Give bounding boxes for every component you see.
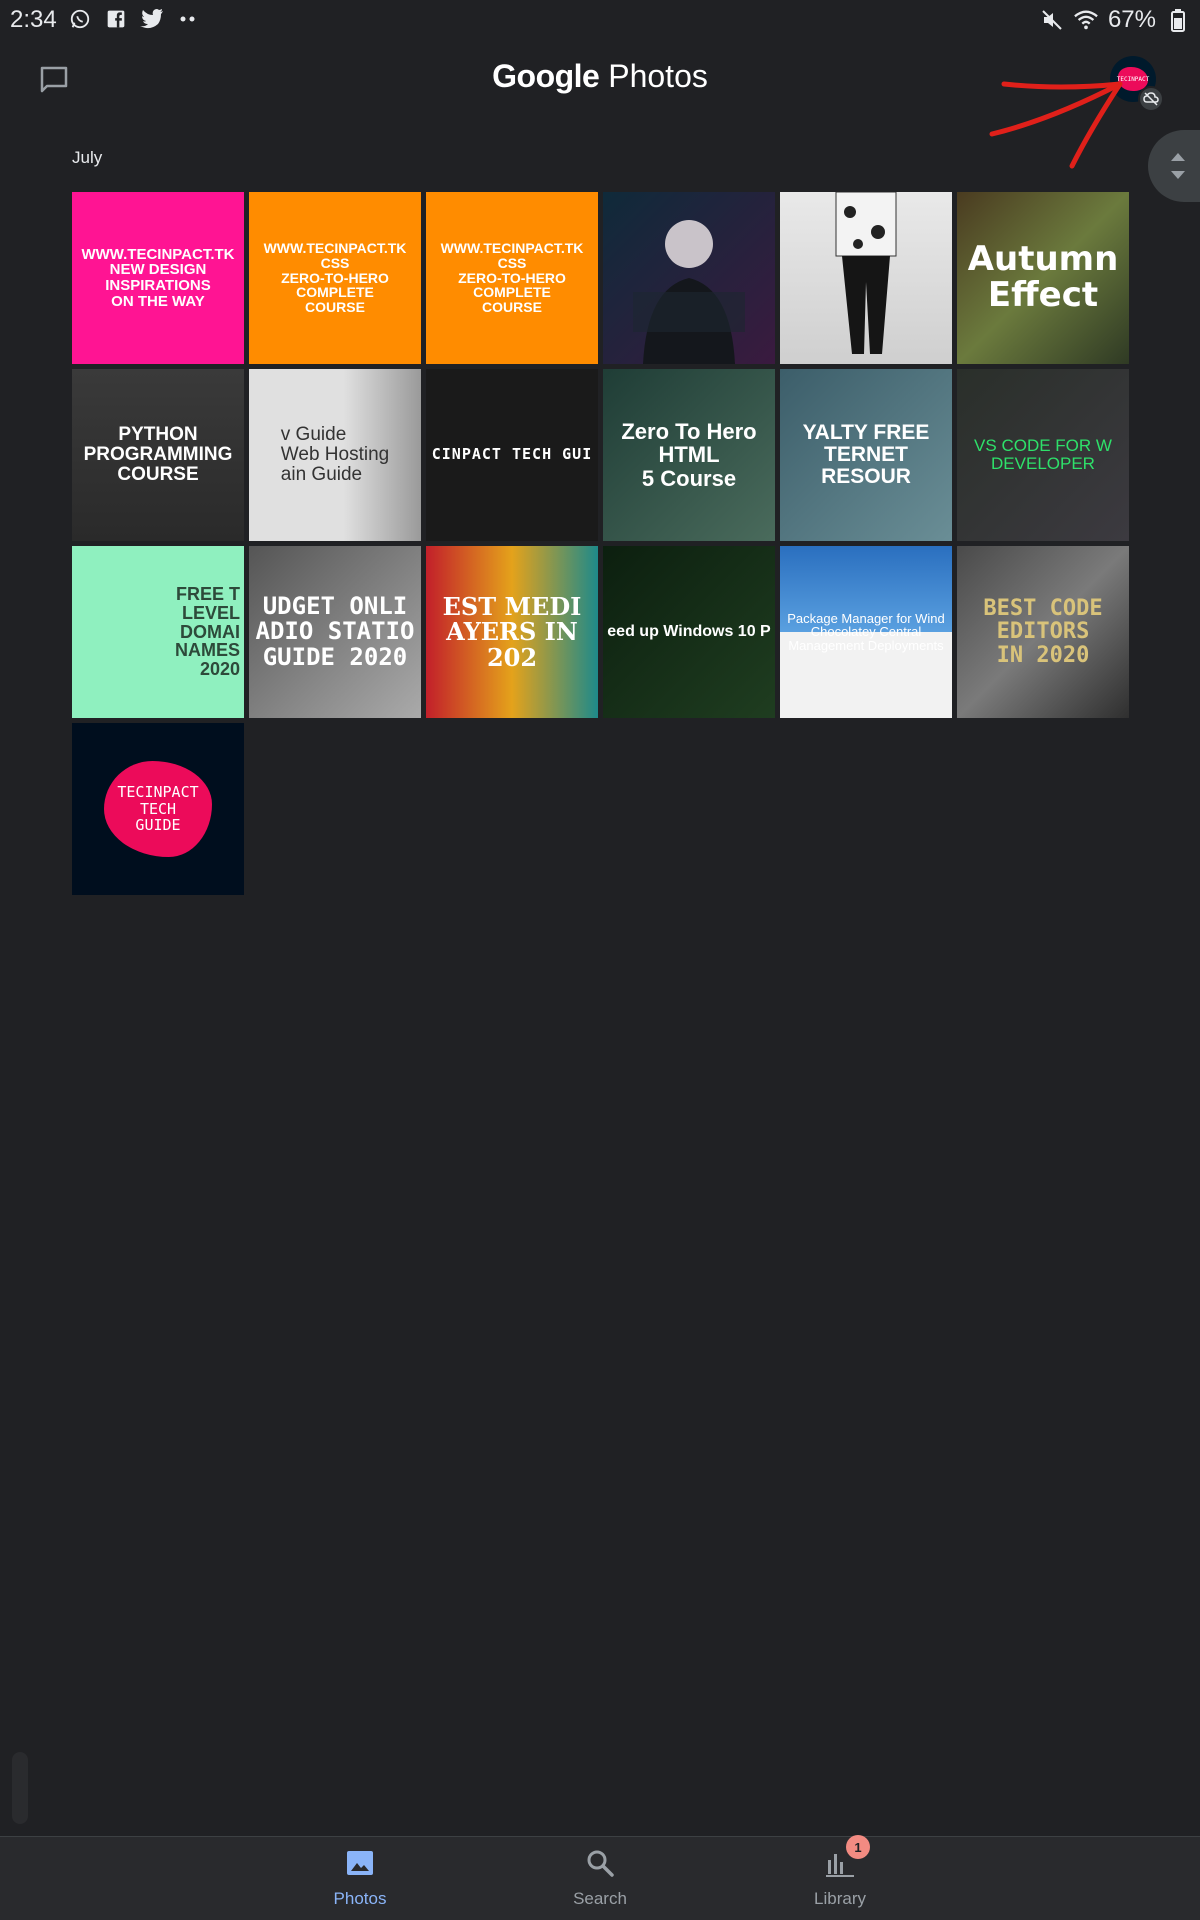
photo-caption: Package Manager for Wind Chocolatey Cent… — [787, 610, 945, 653]
edge-panel-handle[interactable] — [12, 1752, 28, 1824]
bottom-navigation: Photos Search 1 Library — [0, 1835, 1200, 1920]
status-time: 2:34 — [10, 6, 57, 33]
nav-label: Photos — [333, 1889, 387, 1908]
status-bar: 2:34 67% — [0, 0, 1200, 40]
backup-off-icon — [1138, 86, 1164, 112]
annotation-arrow — [989, 81, 1123, 169]
facebook-icon — [104, 7, 128, 31]
battery-icon — [1166, 8, 1190, 32]
photo-icon — [344, 1847, 376, 1879]
system-icons: 67% — [1040, 6, 1190, 34]
battery-percent: 67% — [1107, 6, 1156, 33]
fast-scroll-handle[interactable] — [1148, 130, 1200, 202]
person-photo-icon — [633, 220, 745, 364]
photo-thumbnail[interactable]: Autumn Effect — [957, 192, 1129, 364]
photo-caption: WWW.TECINPACT.TK CSS ZERO-TO-HERO COMPLE… — [440, 240, 584, 316]
photo-thumbnail[interactable]: FREE T LEVEL DOMAI NAMES 2020 — [72, 546, 244, 718]
nav-label: Library — [814, 1889, 866, 1908]
photo-caption: BEST CODE EDITORS IN 2020 — [983, 596, 1103, 668]
photo-thumbnail[interactable]: TECINPACT TECH GUIDE — [72, 723, 244, 895]
photo-thumbnail[interactable]: VS CODE FOR W DEVELOPER — [957, 369, 1129, 541]
photo-thumbnail[interactable]: EST MEDI AYERS IN 202 — [426, 546, 598, 718]
wifi-icon — [1074, 8, 1098, 32]
photo-thumbnail[interactable] — [780, 192, 952, 364]
photo-thumbnail[interactable]: CINPACT TECH GUI — [426, 369, 598, 541]
search-icon — [584, 1847, 616, 1879]
photo-caption: YALTY FREE TERNET RESOUR — [802, 420, 930, 489]
photo-caption: Autumn Effect — [967, 239, 1119, 315]
photo-caption: CINPACT TECH GUI — [431, 445, 593, 464]
photo-thumbnail[interactable]: WWW.TECINPACT.TK CSS ZERO-TO-HERO COMPLE… — [426, 192, 598, 364]
nav-search[interactable]: Search — [525, 1847, 675, 1917]
scroll-arrows-icon — [1171, 153, 1185, 179]
photo-caption: PYTHON PROGRAMMING COURSE — [83, 424, 233, 485]
nav-library[interactable]: 1 Library — [765, 1835, 915, 1917]
library-icon: 1 — [824, 1835, 870, 1879]
photo-caption: WWW.TECINPACT.TK NEW DESIGN INSPIRATIONS… — [81, 245, 235, 310]
nav-label: Search — [573, 1889, 627, 1908]
app-title-product: Photos — [599, 58, 708, 94]
mute-icon — [1040, 8, 1064, 32]
date-section-header: July — [72, 148, 103, 167]
fashion-photo-icon — [835, 192, 897, 354]
photo-thumbnail[interactable]: YALTY FREE TERNET RESOUR — [780, 369, 952, 541]
photo-caption: v Guide Web Hosting ain Guide — [280, 424, 390, 485]
photo-thumbnail[interactable]: v Guide Web Hosting ain Guide — [249, 369, 421, 541]
google-photos-screen: 2:34 67% Google Photos TECINPACT July WW… — [0, 0, 1200, 1920]
photo-thumbnail[interactable]: WWW.TECINPACT.TK CSS ZERO-TO-HERO COMPLE… — [249, 192, 421, 364]
photo-caption: EST MEDI AYERS IN 202 — [442, 592, 582, 672]
photo-thumbnail[interactable]: eed up Windows 10 P — [603, 546, 775, 718]
app-title-brand: Google — [492, 58, 600, 94]
photo-caption: WWW.TECINPACT.TK CSS ZERO-TO-HERO COMPLE… — [263, 240, 407, 316]
photo-caption: VS CODE FOR W DEVELOPER — [974, 436, 1112, 473]
notification-icons — [68, 7, 200, 31]
photo-thumbnail[interactable]: Package Manager for Wind Chocolatey Cent… — [780, 546, 952, 718]
photo-thumbnail[interactable]: WWW.TECINPACT.TK NEW DESIGN INSPIRATIONS… — [72, 192, 244, 364]
photo-caption: Zero To Hero HTML 5 Course — [621, 419, 757, 491]
twitter-icon — [140, 7, 164, 31]
photo-caption: UDGET ONLI ADIO STATIO GUIDE 2020 — [255, 592, 415, 671]
whatsapp-icon — [68, 7, 92, 31]
photo-thumbnail[interactable]: Zero To Hero HTML 5 Course — [603, 369, 775, 541]
photo-thumbnail[interactable]: PYTHON PROGRAMMING COURSE — [72, 369, 244, 541]
photo-thumbnail[interactable]: UDGET ONLI ADIO STATIO GUIDE 2020 — [249, 546, 421, 718]
tecinpact-logo-icon: TECINPACT TECH GUIDE — [104, 761, 212, 857]
photo-caption: eed up Windows 10 P — [607, 622, 771, 640]
notification-badge: 1 — [846, 1835, 870, 1859]
photo-caption: FREE T LEVEL DOMAI NAMES 2020 — [174, 583, 240, 680]
photo-thumbnail[interactable] — [603, 192, 775, 364]
more-dots-icon — [176, 7, 200, 31]
photo-caption: TECINPACT TECH GUIDE — [117, 783, 199, 835]
nav-photos[interactable]: Photos — [285, 1847, 435, 1917]
photo-thumbnail[interactable]: BEST CODE EDITORS IN 2020 — [957, 546, 1129, 718]
